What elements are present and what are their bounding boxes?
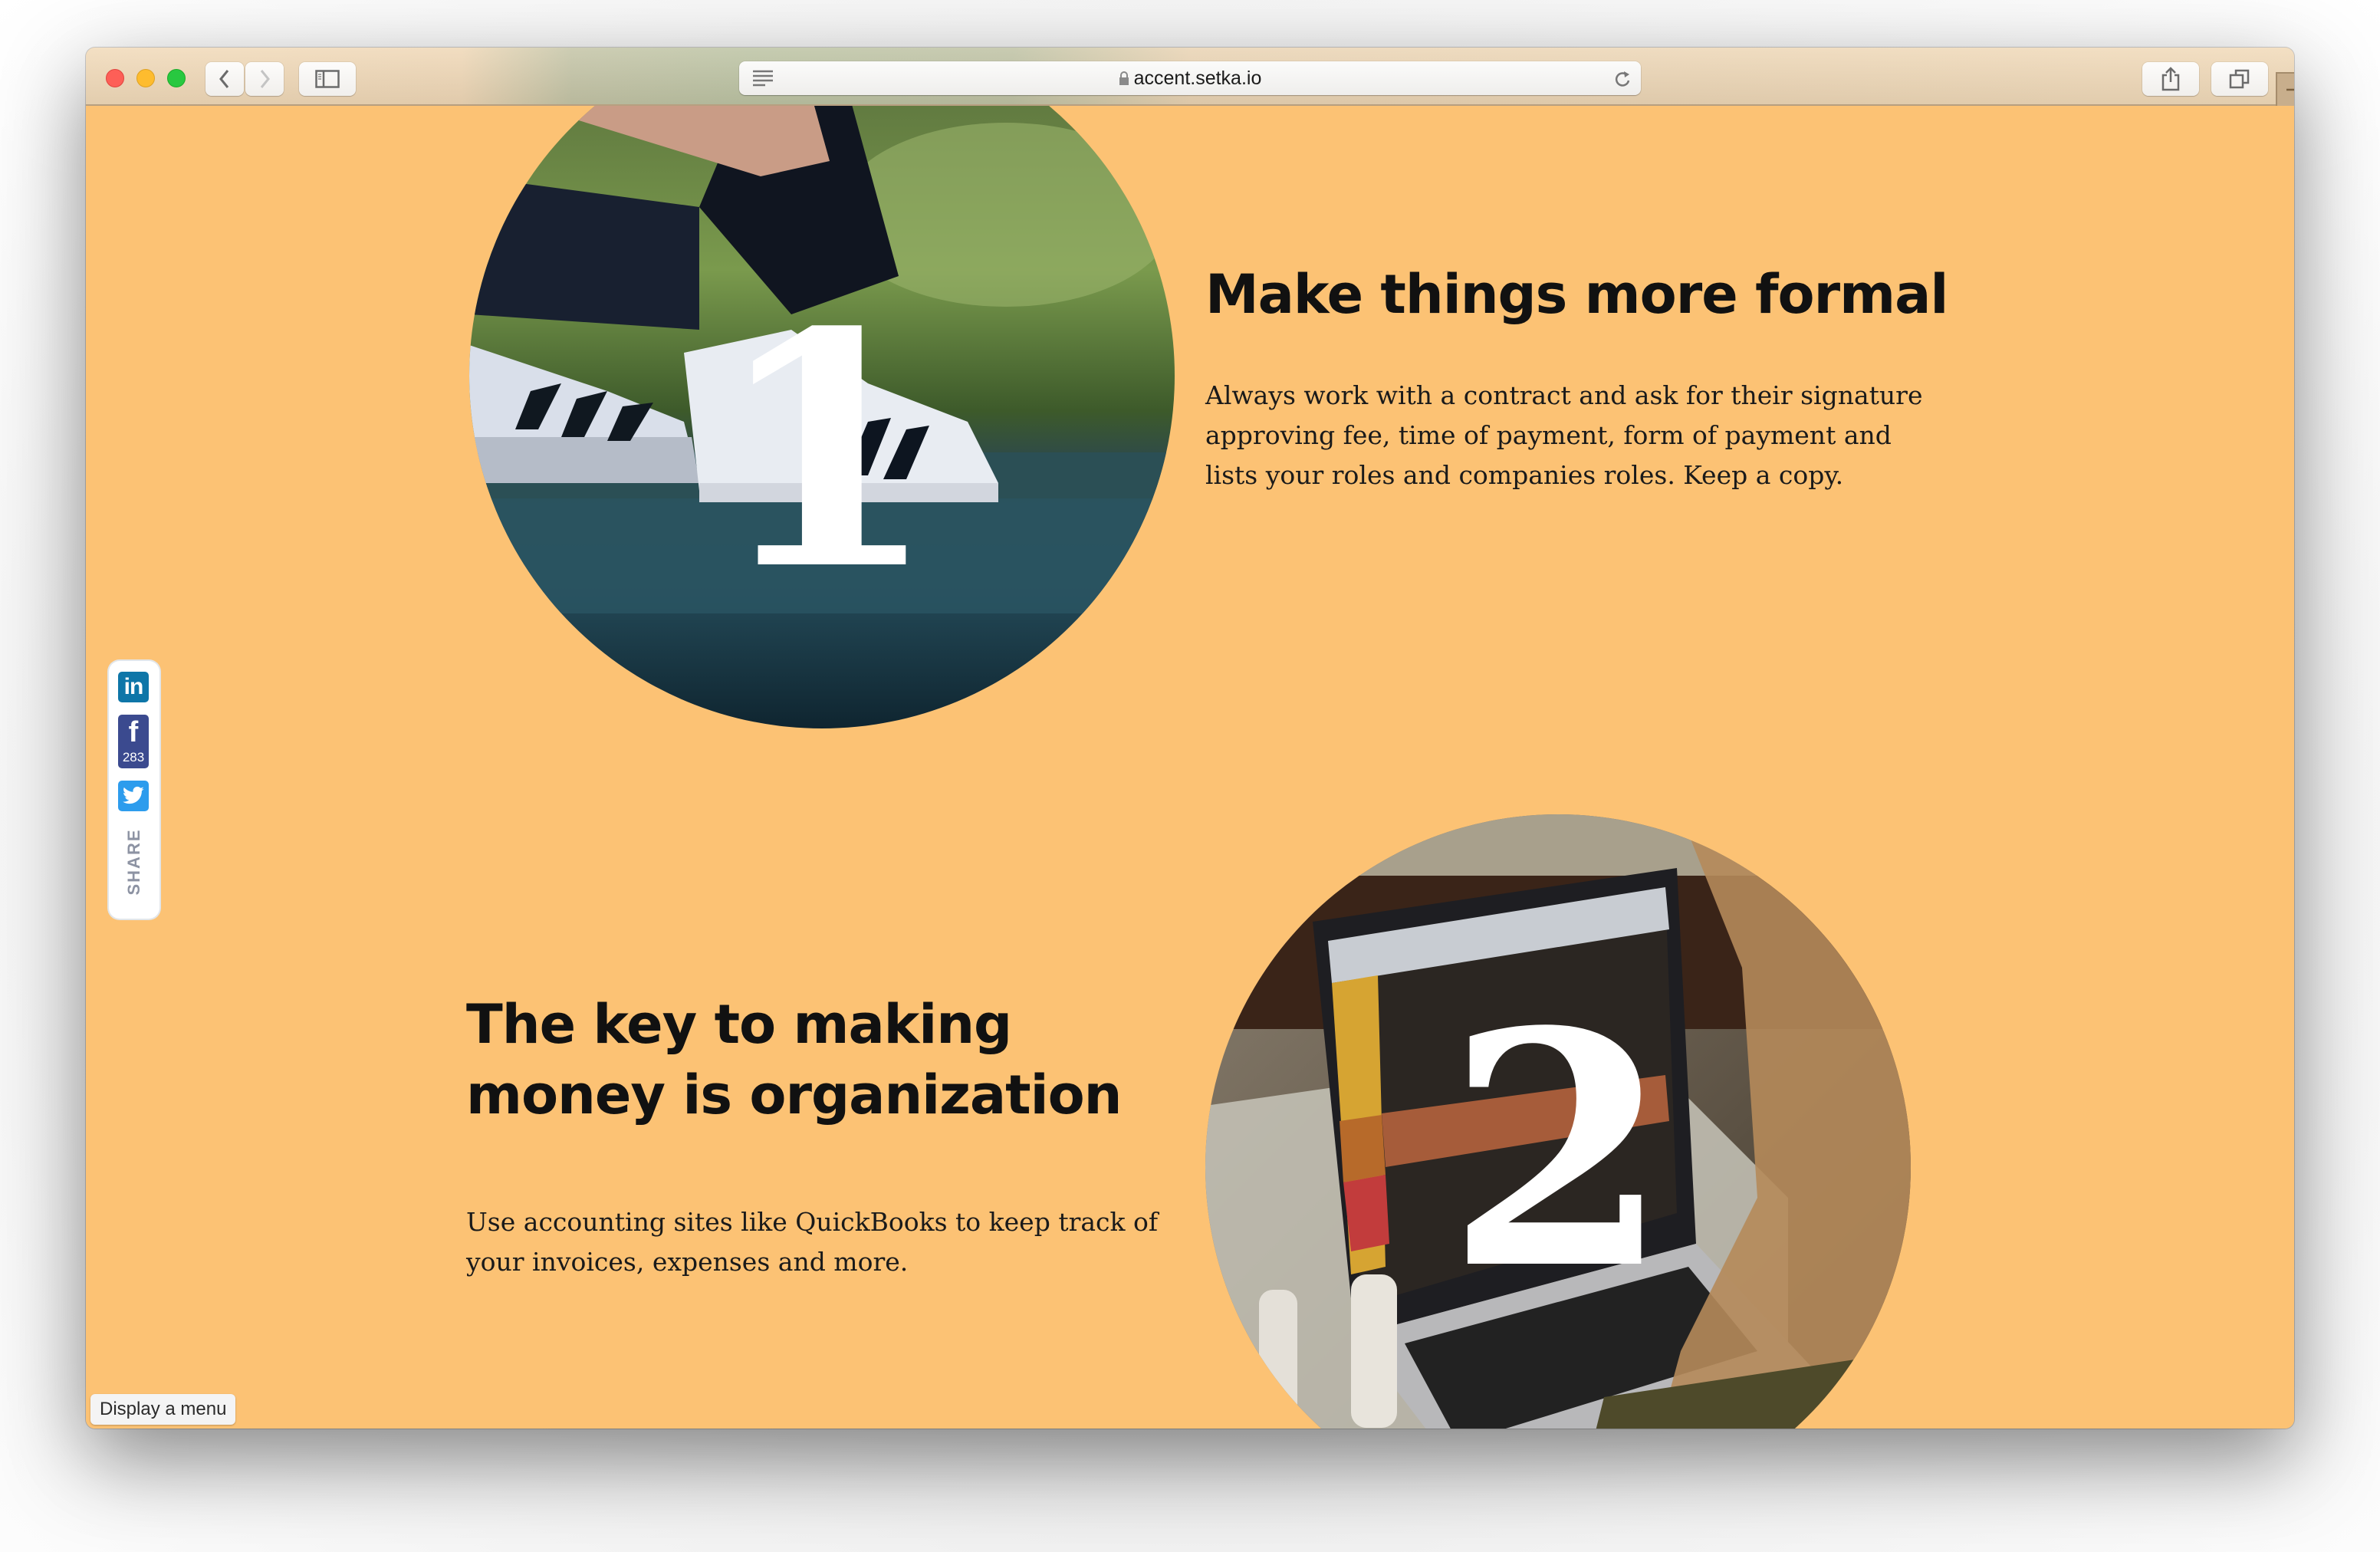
display-menu-tooltip: Display a menu xyxy=(90,1394,236,1425)
browser-window: accent.setka.io 1 Make things more forma… xyxy=(86,48,2294,1429)
url-text: accent.setka.io xyxy=(1133,67,1262,89)
twitter-share-button[interactable] xyxy=(118,781,149,811)
linkedin-share-button[interactable]: in xyxy=(118,672,149,702)
back-button[interactable] xyxy=(205,62,244,96)
share-bar: in f 283 SHARE xyxy=(109,661,159,919)
tabs-overview-icon xyxy=(2229,69,2250,89)
browser-toolbar: accent.setka.io xyxy=(86,48,2294,106)
share-button[interactable] xyxy=(2142,62,2199,96)
section-1-heading: Make things more formal xyxy=(1205,263,1948,326)
address-bar[interactable]: accent.setka.io xyxy=(739,61,1641,95)
close-window-button[interactable] xyxy=(106,69,124,87)
sidebar-toggle-button[interactable] xyxy=(299,62,356,96)
tab-overview-button[interactable] xyxy=(2211,62,2268,96)
minimize-window-button[interactable] xyxy=(136,69,155,87)
section-1-body: Always work with a contract and ask for … xyxy=(1205,380,1923,490)
new-tab-button[interactable] xyxy=(2276,72,2294,106)
linkedin-icon: in xyxy=(123,674,144,699)
section-1-image: 1 xyxy=(469,106,1175,728)
share-label: SHARE xyxy=(124,828,143,896)
forward-button[interactable] xyxy=(245,62,284,96)
section-2-heading: The key to making money is organization xyxy=(466,993,1123,1126)
twitter-icon xyxy=(123,786,144,804)
share-icon xyxy=(2161,67,2180,91)
maximize-window-button[interactable] xyxy=(167,69,186,87)
section-2-image: 2 xyxy=(1205,814,1911,1429)
plus-icon xyxy=(2286,88,2294,91)
sidebar-icon xyxy=(315,70,340,88)
facebook-share-button[interactable]: f 283 xyxy=(118,715,149,768)
section-2-body: Use accounting sites like QuickBooks to … xyxy=(466,1207,1159,1277)
section-1-numeral: 1 xyxy=(713,263,938,641)
reload-icon[interactable] xyxy=(1613,69,1632,89)
chevron-right-icon xyxy=(260,70,270,88)
chevron-left-icon xyxy=(219,70,229,88)
lock-icon xyxy=(1119,71,1129,85)
facebook-share-count: 283 xyxy=(122,750,145,764)
page-content: 1 Make things more formal Always work wi… xyxy=(86,106,2294,1429)
section-2-numeral: 2 xyxy=(1445,962,1671,1340)
facebook-icon: f xyxy=(128,716,139,748)
